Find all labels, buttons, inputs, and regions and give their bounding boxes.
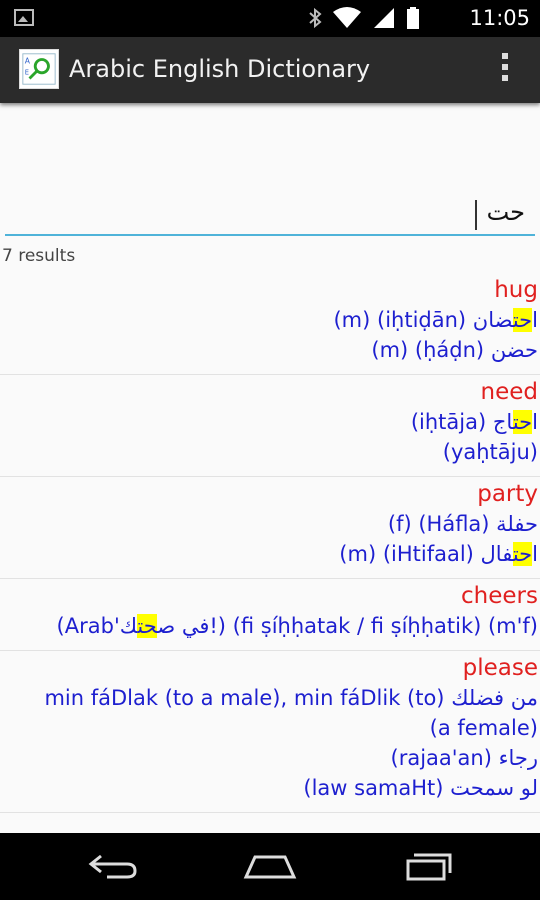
english-word: need [480, 379, 538, 405]
battery-icon [407, 7, 419, 29]
translation-line: (rajaa'an) رجاء [2, 743, 539, 773]
match-highlight: حت [512, 410, 533, 434]
home-icon[interactable] [243, 851, 297, 881]
translation-line: (iḥtāja) احتاج [2, 407, 538, 437]
results-count: 7 results [2, 246, 76, 266]
translation-line: (yaḥtāju) [2, 437, 538, 467]
bluetooth-icon [309, 7, 322, 29]
result-entry[interactable]: hug (m) (iḥtiḍān) احتضان (m) (ḥáḍn) حضن [0, 273, 540, 375]
overflow-menu-icon[interactable] [500, 53, 510, 87]
translation-line: (Arab'في صحتك!) (fi ṣíḥḥatak / fi ṣíḥḥat… [2, 611, 538, 641]
recent-apps-icon[interactable] [404, 851, 454, 881]
translation-text: اج [492, 410, 513, 434]
search-box [5, 190, 535, 238]
translation-line: (m) (iHtifaal) احتفال [2, 539, 538, 569]
match-highlight: حت [512, 308, 533, 332]
translation-line: (a female) [2, 713, 538, 743]
signal-icon [374, 8, 394, 28]
wifi-icon [333, 7, 361, 28]
match-highlight: حت [137, 614, 158, 638]
translation-text: (yaḥtāju) [442, 440, 538, 464]
result-entry[interactable]: party (f) (Háfla) حفلة (m) (iHtifaal) احتف… [0, 477, 540, 579]
translation-text: (rajaa'an) رجاء [390, 746, 539, 770]
navigation-bar [0, 833, 540, 900]
search-input[interactable] [5, 190, 535, 236]
translation-line: min fáDlak (to a male), min fáDlik (to) … [2, 683, 538, 713]
english-word: please [462, 655, 538, 681]
status-icons [308, 6, 420, 30]
svg-text:E: E [25, 69, 29, 77]
translation-text: (a female) [429, 716, 538, 740]
translation-text: فال [480, 542, 513, 566]
english-word: party [477, 481, 538, 507]
translation-line: (m) (iḥtiḍān) احتضان [2, 305, 538, 335]
gallery-icon [14, 9, 34, 26]
svg-text:A: A [25, 56, 31, 65]
text-cursor [475, 200, 477, 230]
result-entry[interactable]: please min fáDlak (to a male), min fáDlik… [0, 651, 540, 813]
translation-text: (m) (ḥáḍn) حضن [371, 338, 538, 362]
status-bar: 11:05 [0, 0, 540, 37]
back-icon[interactable] [87, 851, 139, 881]
app-title: Arabic English Dictionary [69, 55, 371, 83]
translation-text: min fáDlak (to a male), min fáDlik (to) … [44, 686, 538, 710]
english-word: cheers [461, 583, 538, 609]
translation-text: (f) (Háfla) حفلة [387, 512, 538, 536]
status-time: 11:05 [469, 6, 530, 30]
app-logo-icon: A E [19, 49, 59, 89]
translation-line: (law samaHt) لو سمحت [2, 773, 538, 803]
results-list[interactable]: hug (m) (iḥtiḍān) احتضان (m) (ḥáḍn) حضن nee… [0, 273, 540, 833]
match-highlight: حت [512, 542, 533, 566]
translation-text: ضان [472, 308, 513, 332]
result-entry[interactable]: cheers (Arab'في صحتك!) (fi ṣíḥḥatak / fi … [0, 579, 540, 651]
english-word: hug [494, 277, 538, 303]
translation-line: (m) (ḥáḍn) حضن [2, 335, 538, 365]
app-bar: A E Arabic English Dictionary [0, 37, 540, 103]
result-entry[interactable]: need (iḥtāja) احتاج (yaḥtāju) [0, 375, 540, 477]
translation-text: (law samaHt) لو سمحت [303, 776, 538, 800]
translation-line: (f) (Háfla) حفلة [2, 509, 538, 539]
